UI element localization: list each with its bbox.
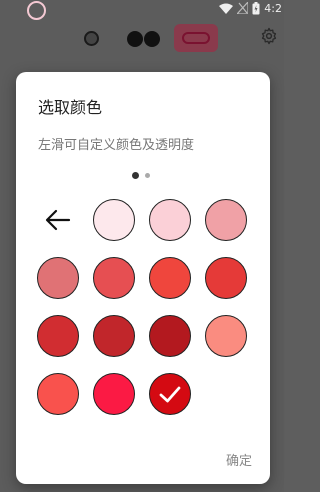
color-swatch-circle	[37, 315, 79, 357]
color-swatch-circle	[205, 257, 247, 299]
color-swatch[interactable]	[37, 373, 79, 415]
color-swatch[interactable]	[149, 373, 191, 415]
color-swatch[interactable]	[205, 315, 247, 357]
pill-mode-button[interactable]	[174, 24, 218, 52]
confirm-button[interactable]: 确定	[226, 450, 252, 469]
battery-icon	[252, 1, 260, 14]
color-swatch-circle	[149, 257, 191, 299]
color-swatch-circle	[37, 257, 79, 299]
color-swatch[interactable]	[37, 315, 79, 357]
color-swatch[interactable]	[93, 257, 135, 299]
color-swatch[interactable]	[37, 257, 79, 299]
color-swatch-circle	[149, 199, 191, 241]
wifi-icon	[219, 3, 234, 14]
color-swatch[interactable]	[93, 199, 135, 241]
color-swatch[interactable]	[149, 257, 191, 299]
page-indicator	[132, 171, 150, 179]
color-swatch[interactable]	[93, 373, 135, 415]
color-swatch-circle	[93, 257, 135, 299]
notification-ring-icon	[27, 1, 46, 20]
color-swatch-grid	[37, 199, 253, 415]
status-icons: 4:2	[219, 0, 282, 16]
color-swatch-circle	[149, 315, 191, 357]
signal-off-icon	[237, 2, 249, 14]
status-time: 4:2	[264, 1, 282, 15]
color-swatch[interactable]	[93, 315, 135, 357]
back-button[interactable]	[37, 199, 79, 241]
double-dot-mode-button[interactable]	[127, 31, 161, 47]
color-swatch[interactable]	[205, 257, 247, 299]
status-bar: 4:2	[0, 0, 284, 22]
page-dot-active	[132, 171, 139, 179]
color-swatch-circle	[149, 373, 191, 415]
color-swatch-circle	[205, 315, 247, 357]
single-dot-mode-button[interactable]	[84, 31, 99, 46]
page-dot-inactive	[145, 172, 150, 178]
color-swatch-circle	[93, 315, 135, 357]
dialog-title: 选取颜色	[38, 98, 103, 117]
color-swatch-circle	[93, 199, 135, 241]
color-swatch[interactable]	[205, 199, 247, 241]
settings-gear-icon[interactable]	[260, 27, 278, 45]
arrow-left-icon	[45, 209, 71, 231]
pill-icon	[182, 32, 210, 44]
color-swatch[interactable]	[149, 315, 191, 357]
color-swatch-circle	[93, 373, 135, 415]
dialog-subtitle: 左滑可自定义颜色及透明度	[38, 138, 195, 153]
color-picker-dialog: 选取颜色 左滑可自定义颜色及透明度 确定	[16, 72, 270, 484]
color-swatch[interactable]	[149, 199, 191, 241]
app-toolbar	[0, 22, 284, 56]
color-swatch-circle	[37, 373, 79, 415]
color-swatch-circle	[205, 199, 247, 241]
